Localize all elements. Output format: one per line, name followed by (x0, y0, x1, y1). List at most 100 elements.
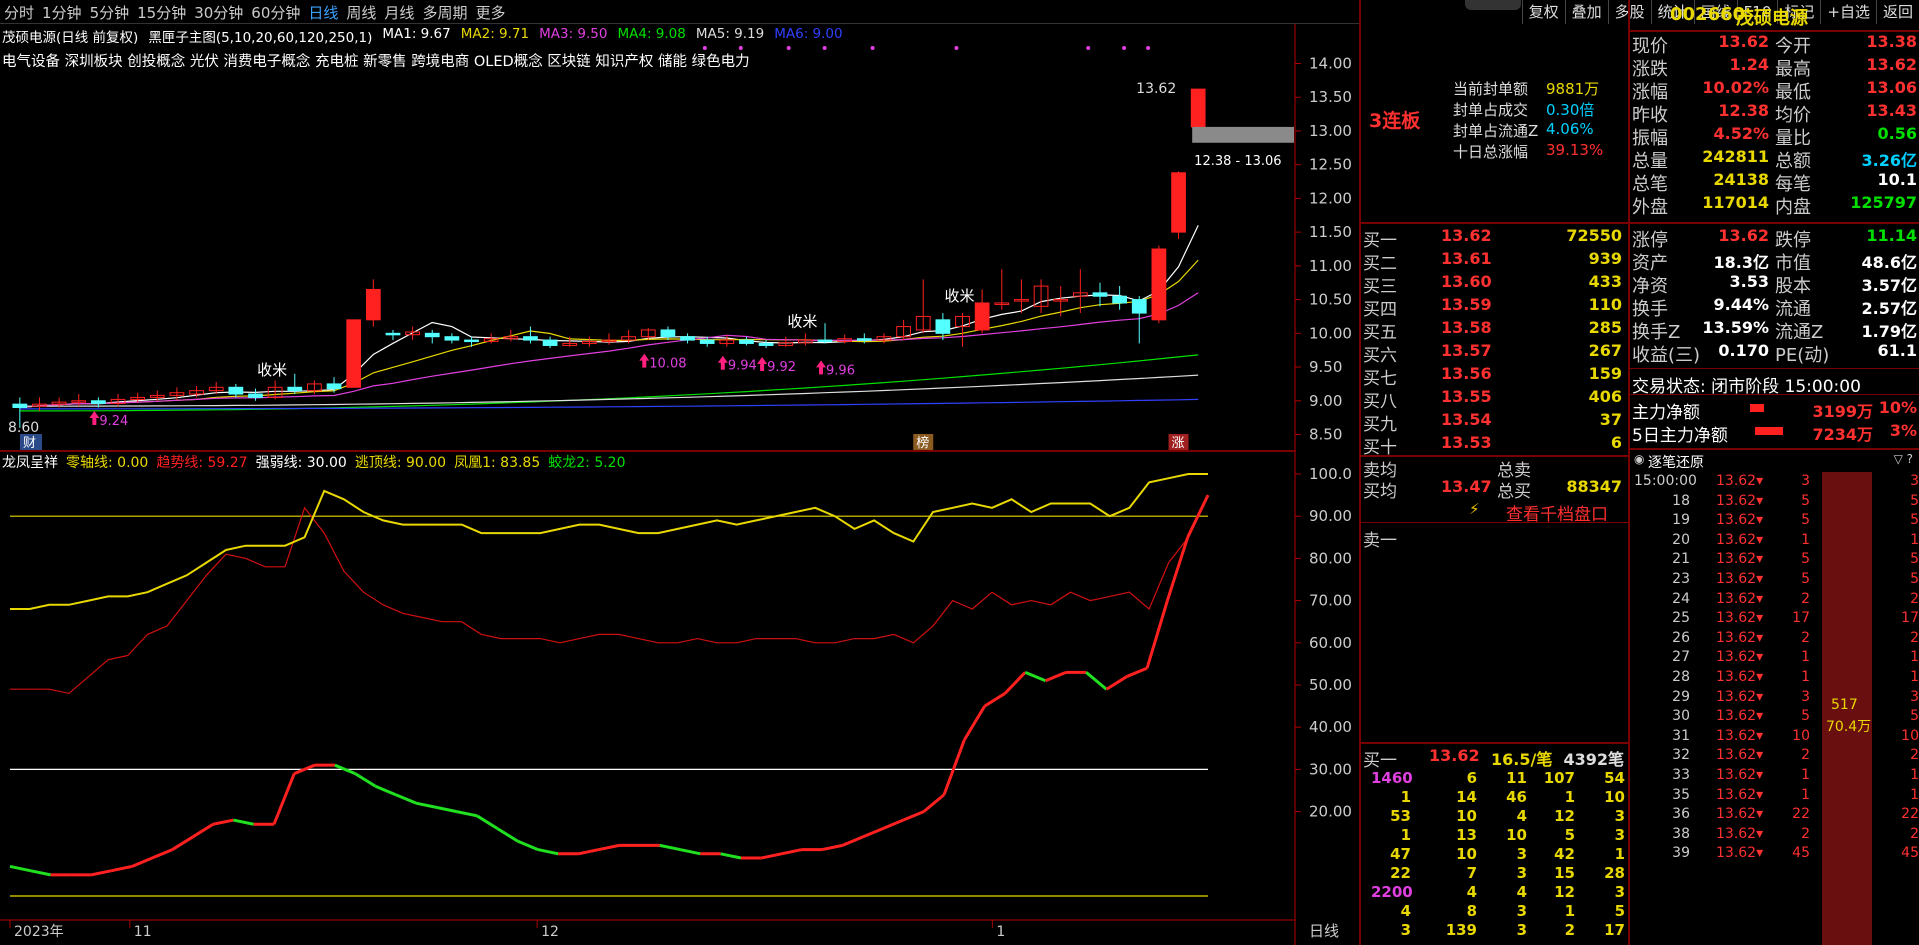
bid-price[interactable]: 13.55 (1441, 387, 1492, 406)
signal-dot (786, 46, 791, 50)
signal-dot (870, 46, 875, 50)
bid-price[interactable]: 13.61 (1441, 249, 1492, 268)
period-tab[interactable]: 60分钟 (251, 2, 300, 23)
indicator-name[interactable]: 龙凤呈祥 (2, 452, 58, 471)
candle-body[interactable] (464, 339, 479, 343)
bid-price[interactable]: 13.53 (1441, 433, 1492, 452)
indicator-value: 蛟龙2: 5.20 (548, 455, 626, 471)
bang-label: 榜 (916, 435, 929, 451)
collapse-icon[interactable]: ◉ (1634, 452, 1644, 466)
candle-body[interactable] (739, 339, 754, 344)
dragon-segment (517, 839, 539, 851)
candle-body[interactable] (680, 336, 695, 341)
tick-volume: 5 (1801, 512, 1810, 529)
shoumi-label: 收米 (787, 313, 817, 331)
dragon-segment (1126, 666, 1148, 678)
queue-order: 3 (1516, 845, 1527, 863)
candle-body[interactable] (856, 338, 872, 341)
candle-body[interactable] (523, 336, 538, 341)
bid-price[interactable]: 13.58 (1441, 318, 1492, 337)
queue-order: 42 (1554, 845, 1575, 863)
dragon-segment (272, 773, 296, 825)
divider (1630, 448, 1919, 450)
order-book-panel: 3连板 当前封单额 9881万 封单占成交 0.30倍 封单占流通Z 4.06% 十日总涨幅 3… (1361, 0, 1628, 945)
dragon-segment (171, 835, 194, 851)
dragon-segment (9, 864, 31, 873)
candle-body[interactable] (12, 403, 28, 409)
period-tab[interactable]: 更多 (475, 2, 505, 23)
candle-body[interactable] (1092, 292, 1108, 297)
candle-body[interactable] (228, 386, 244, 395)
quote-value: 13.06 (1866, 78, 1917, 97)
candle-body[interactable] (444, 336, 460, 341)
candle-body[interactable] (660, 329, 676, 338)
ma-value: MA1: 9.67 (382, 26, 451, 42)
price-axis-label: 10.00 (1309, 324, 1352, 342)
candle-body[interactable] (1112, 295, 1127, 304)
candle-body[interactable] (1190, 88, 1206, 128)
bid-price[interactable]: 13.56 (1441, 364, 1492, 383)
candle-body[interactable] (248, 393, 263, 398)
fin-value: 11.14 (1866, 226, 1917, 245)
fin-value: 13.62 (1718, 226, 1769, 245)
bid-price[interactable]: 13.57 (1441, 341, 1492, 360)
bid-price[interactable]: 13.60 (1441, 272, 1492, 291)
candle-body[interactable] (365, 288, 381, 321)
period-tab[interactable]: 分时 (4, 2, 34, 23)
bid-price[interactable]: 13.59 (1441, 295, 1492, 314)
candle-body[interactable] (91, 400, 106, 404)
period-tab[interactable]: 日线 (308, 2, 338, 23)
candle-body[interactable] (817, 339, 833, 343)
filter-icon[interactable]: ▽ ? (1894, 452, 1913, 466)
period-tab[interactable]: 15分钟 (137, 2, 186, 23)
queue-order: 12 (1554, 883, 1575, 901)
candle-body[interactable] (699, 339, 715, 344)
candle-body[interactable] (326, 383, 342, 390)
period-tab[interactable]: 30分钟 (194, 2, 243, 23)
period-tab[interactable]: 周线 (346, 2, 376, 23)
collapse-button[interactable] (1465, 0, 1521, 10)
candle-body[interactable] (935, 319, 951, 334)
tick-price: 13.62▾ (1716, 727, 1764, 744)
candle-body[interactable] (424, 332, 440, 338)
queue-label: 买一 (1363, 751, 1397, 771)
dragon-segment (862, 827, 884, 839)
dragon-segment (354, 772, 377, 788)
bid-price[interactable]: 13.54 (1441, 410, 1492, 429)
tick-count: 22 (1901, 806, 1919, 823)
candle-body[interactable] (1171, 172, 1186, 233)
tick-time: 23 (1672, 571, 1690, 587)
candle-body[interactable] (542, 339, 558, 346)
candle-body[interactable] (287, 386, 303, 392)
arrow-icon (757, 357, 768, 372)
candle-body[interactable] (974, 302, 990, 331)
main-indicator[interactable]: 黑匣子主图(5,10,20,60,120,250,1) (148, 26, 372, 46)
period-tab[interactable]: 多周期 (422, 2, 467, 23)
fin-value: 2.57亿 (1861, 299, 1917, 318)
period-tab[interactable]: 1分钟 (42, 2, 82, 23)
arrow-icon (89, 411, 100, 426)
candle-body[interactable] (1151, 248, 1167, 321)
queue-order: 10 (1456, 807, 1477, 825)
big-order-count: 517 (1831, 697, 1858, 713)
candle-body[interactable] (385, 332, 401, 336)
candle-body[interactable] (1131, 299, 1147, 314)
divider (1630, 368, 1919, 369)
candle-body[interactable] (758, 342, 774, 346)
quote-value: 117014 (1702, 193, 1769, 212)
concept-tags[interactable]: 电气设备 深圳板块 创投概念 光伏 消费电子概念 充电桩 新零售 跨境电商 OL… (2, 50, 750, 70)
tick-price: 13.62▾ (1716, 845, 1764, 862)
bid-price[interactable]: 13.62 (1441, 226, 1492, 245)
queue-order: 3 (1516, 921, 1527, 939)
candle-body[interactable] (346, 319, 362, 388)
chart-canvas[interactable]: 14.00 13.50 13.00 12.50 12.00 11.50 11.00 10.50… (0, 24, 1359, 945)
dragon-segment (233, 818, 254, 826)
arrow-label: 10.08 (649, 357, 686, 372)
period-tab[interactable]: 5分钟 (90, 2, 130, 23)
queue-order: 8 (1466, 902, 1477, 920)
ind-axis-label: 50.00 (1309, 676, 1352, 694)
period-tab[interactable]: 月线 (384, 2, 414, 23)
ind-axis-label: 30.00 (1309, 760, 1352, 778)
bid-level-label: 买三 (1363, 277, 1397, 297)
ticks-title[interactable]: 逐笔还原 (1648, 452, 1704, 472)
